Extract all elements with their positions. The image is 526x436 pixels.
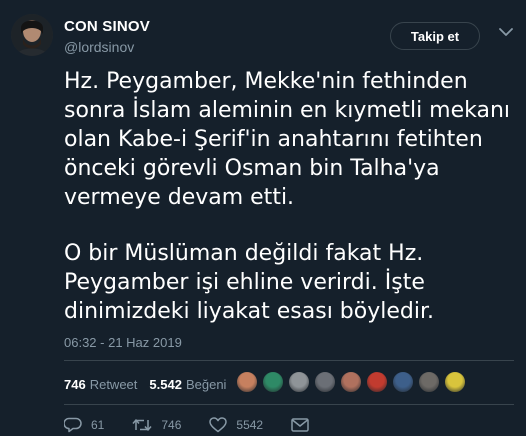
reply-icon [64, 417, 82, 433]
tweet-stats: 746 Retweet 5.542 Beğeni [64, 372, 238, 396]
like-action-count: 5542 [236, 418, 264, 432]
tweet-actions: 61 746 5542 [64, 414, 346, 436]
heart-icon [209, 417, 228, 433]
avatar-image [11, 14, 53, 56]
liker-avatar[interactable] [392, 371, 414, 393]
divider [64, 404, 514, 405]
divider [64, 360, 514, 361]
tweet-text: Hz. Peygamber, Mekke'nin fethinden sonra… [64, 67, 514, 326]
retweet-count[interactable]: 746 [64, 377, 86, 392]
like-button[interactable]: 5542 [209, 417, 263, 433]
liker-avatar[interactable] [262, 371, 284, 393]
more-options-button[interactable] [496, 22, 516, 42]
reply-count: 61 [91, 418, 105, 432]
like-count[interactable]: 5.542 [149, 377, 182, 392]
retweet-icon [132, 419, 152, 431]
user-handle[interactable]: @lordsinov [64, 39, 134, 55]
liker-avatar[interactable] [366, 371, 388, 393]
message-button[interactable] [291, 418, 318, 432]
chevron-down-icon [499, 27, 513, 36]
liker-avatar[interactable] [444, 371, 466, 393]
tweet-header: CON SINOV @lordsinov Takip et [0, 0, 526, 64]
liker-avatar[interactable] [288, 371, 310, 393]
follow-button[interactable]: Takip et [390, 22, 480, 50]
tweet-paragraph-1: Hz. Peygamber, Mekke'nin fethinden sonra… [64, 69, 511, 210]
liker-avatar[interactable] [314, 371, 336, 393]
tweet-timestamp[interactable]: 06:32 - 21 Haz 2019 [64, 335, 182, 350]
envelope-icon [291, 418, 309, 432]
retweet-label[interactable]: Retweet [90, 377, 138, 392]
liker-avatar[interactable] [418, 371, 440, 393]
liker-avatar[interactable] [236, 371, 258, 393]
avatar[interactable] [11, 14, 53, 56]
liker-avatars [236, 371, 470, 393]
reply-button[interactable]: 61 [64, 417, 104, 433]
tweet-paragraph-2: O bir Müslüman değildi fakat Hz. Peygamb… [64, 241, 434, 324]
retweet-action-count: 746 [161, 418, 182, 432]
user-name[interactable]: CON SINOV [64, 18, 150, 35]
retweet-button[interactable]: 746 [132, 417, 181, 433]
like-label[interactable]: Beğeni [186, 377, 226, 392]
liker-avatar[interactable] [340, 371, 362, 393]
